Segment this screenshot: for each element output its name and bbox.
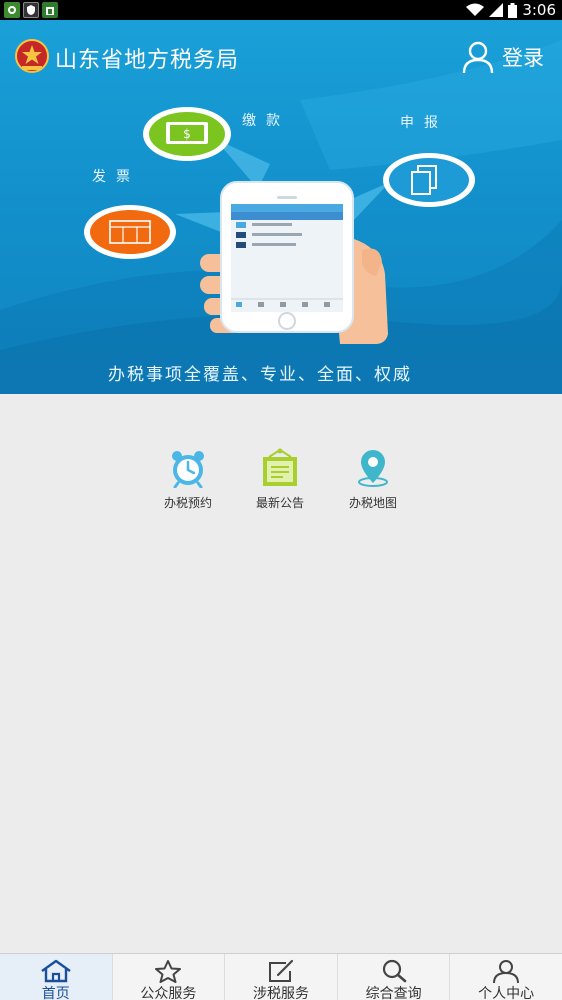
app-notification-icon (4, 2, 20, 18)
feature-payment-label: 缴款 (242, 113, 290, 129)
wifi-icon (466, 3, 485, 16)
tax-appointment-button[interactable]: 办税预约 (143, 448, 233, 511)
store-notification-icon (42, 2, 58, 18)
login-label: 登录 (502, 46, 544, 70)
login-button[interactable]: 登录 (462, 40, 544, 74)
latest-notice-button[interactable]: 最新公告 (235, 448, 325, 511)
phone-illustration (220, 181, 354, 333)
tax-appointment-label: 办税预约 (163, 496, 212, 510)
tax-map-label: 办税地图 (348, 496, 397, 510)
star-icon (155, 960, 182, 983)
edit-icon (268, 959, 294, 982)
shield-notification-icon (23, 2, 39, 18)
search-icon (382, 959, 406, 983)
declare-bubble-icon (383, 153, 475, 207)
latest-notice-label: 最新公告 (255, 496, 304, 510)
battery-icon (508, 2, 518, 18)
invoice-bubble-icon (84, 205, 176, 259)
app-title: 山东省地方税务局 (55, 48, 240, 73)
nav-tax-service-label: 涉税服务 (252, 986, 309, 1000)
nav-public-service-label: 公众服务 (140, 986, 197, 1000)
app-header: 山东省地方税务局 登录 (0, 20, 562, 94)
nav-personal-center[interactable]: 个人中心 (449, 954, 562, 1000)
payment-bubble-icon: $ (143, 107, 231, 161)
map-pin-icon (358, 450, 388, 487)
nav-personal-center-label: 个人中心 (478, 986, 535, 1000)
home-icon (41, 959, 71, 983)
nav-home-label: 首页 (41, 986, 70, 1000)
person-icon (493, 960, 520, 983)
tax-map-button[interactable]: 办税地图 (328, 448, 418, 511)
banner-illustration: $ (84, 107, 475, 344)
nav-query[interactable]: 综合查询 (336, 954, 450, 1000)
tax-emblem-icon (15, 39, 49, 73)
banner-slogan: 办税事项全覆盖、专业、全面、权威 (108, 365, 412, 385)
bottom-nav: 首页 公众服务 涉税服务 综合查询 个人中心 (0, 953, 562, 1000)
nav-public-service[interactable]: 公众服务 (111, 954, 225, 1000)
feature-invoice-label: 发票 (92, 169, 140, 185)
signal-icon (489, 3, 504, 17)
nav-query-label: 综合查询 (365, 986, 422, 1000)
alarm-clock-icon (172, 451, 204, 488)
feature-declare-label: 申报 (400, 115, 448, 131)
nav-home[interactable]: 首页 (0, 954, 112, 1000)
hero-banner: 山东省地方税务局 登录 $ 缴款 申报 发票 办税事项全覆盖、专业、全面、权威 (0, 20, 562, 394)
status-bar: 3:06 (0, 0, 562, 20)
notice-board-icon (263, 448, 297, 486)
svg-text:$: $ (183, 127, 191, 141)
user-icon (462, 41, 494, 74)
clock: 3:06 (522, 1, 556, 19)
nav-tax-service[interactable]: 涉税服务 (224, 954, 337, 1000)
